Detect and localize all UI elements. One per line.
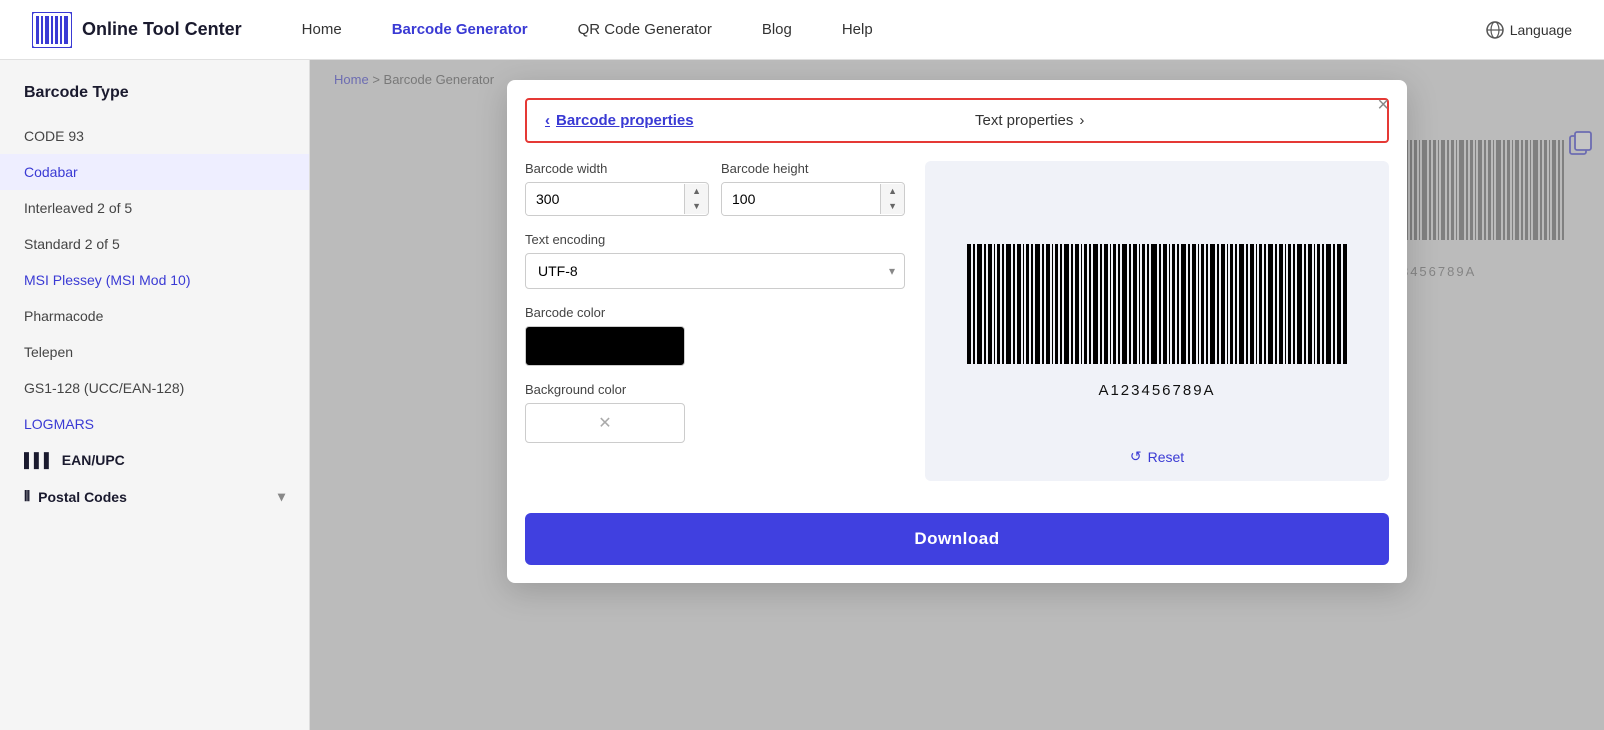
postal-chevron-icon: ▾ [278, 488, 285, 505]
tab-barcode-prefix: ‹ [545, 112, 550, 129]
sidebar-heading: Barcode Type [0, 76, 309, 118]
download-row: Download [507, 499, 1407, 583]
barcode-height-input-wrap: ▲ ▼ [721, 182, 905, 216]
sidebar-section-postal[interactable]: ⦀ Postal Codes ▾ [0, 478, 309, 515]
ean-label: EAN/UPC [62, 452, 125, 468]
barcode-preview: A123456789A [967, 244, 1347, 399]
tab-text-suffix: › [1079, 112, 1084, 129]
reset-button[interactable]: ↺ Reset [1130, 448, 1184, 465]
modal-body: Barcode width ▲ ▼ Barco [507, 143, 1407, 499]
barcode-section-icon: ▌▌▌ [24, 452, 54, 468]
logo-area: Online Tool Center [32, 12, 242, 48]
barcode-preview-panel: A123456789A ↺ Reset [925, 161, 1389, 481]
nav-home[interactable]: Home [302, 21, 342, 38]
sidebar-item-logmars[interactable]: LOGMARS [0, 406, 309, 442]
modal-overlay: × ‹ Barcode properties Text properties › [310, 60, 1604, 730]
sidebar-item-msi[interactable]: MSI Plessey (MSI Mod 10) [0, 262, 309, 298]
tab-text-label: Text properties [975, 112, 1073, 129]
height-arrows: ▲ ▼ [880, 184, 904, 214]
modal-close-button[interactable]: × [1377, 94, 1389, 117]
barcode-width-input[interactable] [526, 183, 684, 215]
barcode-color-row: Barcode color [525, 305, 905, 366]
logo-text: Online Tool Center [82, 19, 242, 40]
nav-qr-code[interactable]: QR Code Generator [578, 21, 712, 38]
tab-barcode-label: Barcode properties [556, 112, 694, 129]
barcode-image [967, 244, 1347, 374]
sidebar-item-telepen[interactable]: Telepen [0, 334, 309, 370]
sidebar: Barcode Type CODE 93 Codabar Interleaved… [0, 60, 310, 730]
reset-icon: ↺ [1130, 448, 1142, 465]
sidebar-item-codabar[interactable]: Codabar [0, 154, 309, 190]
nav-barcode-generator[interactable]: Barcode Generator [392, 21, 528, 38]
barcode-color-label: Barcode color [525, 305, 905, 320]
barcode-height-input[interactable] [722, 183, 880, 215]
header: Online Tool Center Home Barcode Generato… [0, 0, 1604, 60]
height-col: Barcode height ▲ ▼ [721, 161, 905, 216]
encoding-select-wrap: UTF-8 ISO-8859-1 ASCII ▾ [525, 253, 905, 289]
sidebar-item-interleaved[interactable]: Interleaved 2 of 5 [0, 190, 309, 226]
sidebar-item-code93[interactable]: CODE 93 [0, 118, 309, 154]
dimension-row: Barcode width ▲ ▼ Barco [525, 161, 905, 216]
tab-text-properties[interactable]: Text properties › [957, 100, 1387, 141]
download-button[interactable]: Download [525, 513, 1389, 565]
modal-tabs: ‹ Barcode properties Text properties › [525, 98, 1389, 143]
main-content: Home > Barcode Generator /* barcode bars… [310, 60, 1604, 730]
sidebar-section-ean[interactable]: ▌▌▌ EAN/UPC [0, 442, 309, 478]
height-down-arrow[interactable]: ▼ [881, 199, 904, 214]
sidebar-item-gs1[interactable]: GS1-128 (UCC/EAN-128) [0, 370, 309, 406]
clear-icon: ✕ [598, 413, 611, 433]
background-color-row: Background color ✕ [525, 382, 905, 443]
nav-help[interactable]: Help [842, 21, 873, 38]
width-up-arrow[interactable]: ▲ [685, 184, 708, 199]
width-arrows: ▲ ▼ [684, 184, 708, 214]
width-col: Barcode width ▲ ▼ [525, 161, 709, 216]
barcode-text-label: A123456789A [1098, 382, 1215, 399]
barcode-width-input-wrap: ▲ ▼ [525, 182, 709, 216]
page-body: Barcode Type CODE 93 Codabar Interleaved… [0, 60, 1604, 730]
barcode-height-label: Barcode height [721, 161, 905, 176]
sidebar-item-pharmacode[interactable]: Pharmacode [0, 298, 309, 334]
language-button[interactable]: Language [1486, 21, 1572, 39]
barcode-width-label: Barcode width [525, 161, 709, 176]
language-label: Language [1510, 22, 1572, 38]
globe-icon [1486, 21, 1504, 39]
text-encoding-label: Text encoding [525, 232, 905, 247]
barcode-color-swatch[interactable] [525, 326, 685, 366]
width-down-arrow[interactable]: ▼ [685, 199, 708, 214]
postal-section-icon: ⦀ [24, 488, 30, 505]
properties-panel: Barcode width ▲ ▼ Barco [525, 161, 905, 481]
postal-label: Postal Codes [38, 489, 127, 505]
background-color-swatch[interactable]: ✕ [525, 403, 685, 443]
nav-blog[interactable]: Blog [762, 21, 792, 38]
main-nav: Home Barcode Generator QR Code Generator… [302, 21, 1486, 38]
sidebar-item-standard2of5[interactable]: Standard 2 of 5 [0, 226, 309, 262]
height-up-arrow[interactable]: ▲ [881, 184, 904, 199]
tab-barcode-properties[interactable]: ‹ Barcode properties [527, 100, 957, 141]
logo-barcode-icon [32, 12, 72, 48]
background-color-label: Background color [525, 382, 905, 397]
encoding-row: Text encoding UTF-8 ISO-8859-1 ASCII ▾ [525, 232, 905, 289]
modal: × ‹ Barcode properties Text properties › [507, 80, 1407, 583]
encoding-select[interactable]: UTF-8 ISO-8859-1 ASCII [525, 253, 905, 289]
reset-label: Reset [1148, 449, 1185, 465]
